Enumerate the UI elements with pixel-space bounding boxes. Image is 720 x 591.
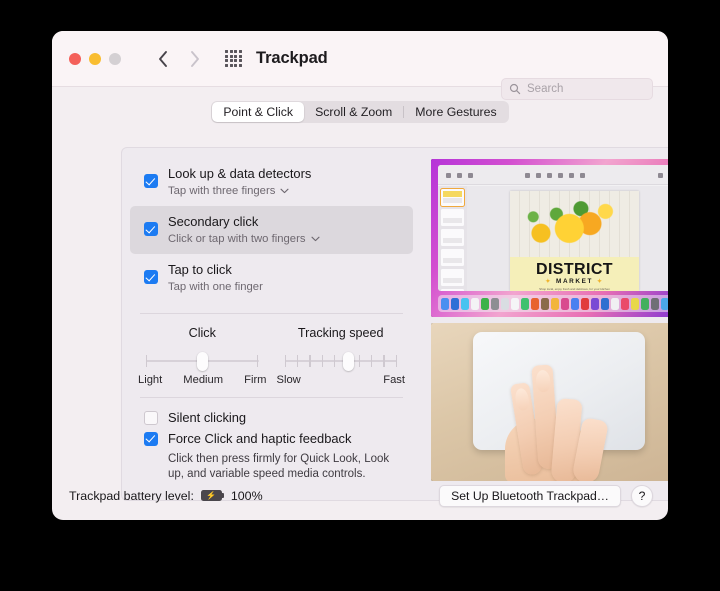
- keynote-window: DISTRICT MARKET Shop local, enjoy fresh …: [438, 165, 668, 291]
- lightning-bolt-glyph: ⚡: [206, 490, 217, 500]
- option-row-lookup[interactable]: Look up & data detectors Tap with three …: [130, 158, 413, 206]
- slide-thumbnail: [440, 188, 465, 207]
- slider-click-track[interactable]: [146, 352, 259, 371]
- option-texts: Secondary click Click or tap with two fi…: [168, 213, 320, 247]
- slide-thumbnail: [441, 229, 464, 246]
- slider-tracking-end-labels: Slow Fast: [277, 374, 406, 386]
- slider-ticks: [284, 355, 398, 367]
- forward-arrow-icon[interactable]: [188, 49, 201, 69]
- window-titlebar: Trackpad Search: [52, 31, 668, 100]
- toolbar-icons-left: [446, 173, 473, 178]
- slider-label-click: Click: [188, 326, 216, 340]
- option-texts: Look up & data detectors Tap with three …: [168, 165, 311, 199]
- citrus-photo: [510, 191, 639, 259]
- sliders-section: Click Light Medium Firm Tracking speed S…: [122, 314, 421, 386]
- media-column: DISTRICT MARKET Shop local, enjoy fresh …: [431, 159, 668, 481]
- option-row-force-click[interactable]: Force Click and haptic feedback: [144, 431, 403, 446]
- keynote-presentation-preview: DISTRICT MARKET Shop local, enjoy fresh …: [431, 159, 668, 317]
- checkbox-secondary-click[interactable]: [144, 222, 158, 236]
- slider-end-label: Medium: [183, 374, 224, 386]
- option-subtitle: Tap with three fingers: [168, 185, 276, 197]
- option-title: Secondary click: [168, 214, 259, 229]
- slider-end-label: Fast: [383, 374, 405, 386]
- tab-point-and-click[interactable]: Point & Click: [212, 102, 305, 122]
- toolbar-icons-center: [525, 173, 586, 178]
- traffic-lights: [69, 52, 121, 65]
- slider-end-label: Light: [138, 374, 163, 386]
- back-arrow-icon[interactable]: [157, 49, 170, 69]
- set-up-bluetooth-trackpad-button[interactable]: Set Up Bluetooth Trackpad…: [439, 484, 621, 507]
- tab-group: Point & Click Scroll & Zoom More Gesture…: [211, 101, 509, 123]
- option-texts: Tap to click Tap with one finger: [168, 261, 263, 295]
- tab-more-gestures[interactable]: More Gestures: [404, 102, 507, 122]
- option-row-secondary-click[interactable]: Secondary click Click or tap with two fi…: [130, 206, 413, 254]
- page-title: Trackpad: [256, 49, 328, 67]
- slider-click-end-labels: Light Medium Firm: [138, 374, 267, 386]
- option-label: Force Click and haptic feedback: [168, 431, 352, 446]
- zoom-button[interactable]: [109, 52, 121, 65]
- close-button[interactable]: [69, 52, 81, 65]
- slide-tagline: Shop local, enjoy fresh and delicious, f…: [539, 287, 610, 291]
- option-subtitle: Click or tap with two fingers: [168, 233, 306, 245]
- search-icon: [509, 83, 521, 95]
- help-button[interactable]: ?: [631, 484, 653, 507]
- checkbox-silent-clicking[interactable]: [144, 410, 158, 425]
- checkbox-tap-to-click[interactable]: [144, 270, 158, 284]
- macos-dock: [438, 295, 668, 312]
- option-title: Tap to click: [168, 262, 232, 277]
- slide-thumbnail: [441, 249, 464, 266]
- settings-panel: Look up & data detectors Tap with three …: [121, 147, 668, 501]
- option-subtitle-row[interactable]: Tap with three fingers: [168, 183, 311, 199]
- option-row-tap-to-click[interactable]: Tap to click Tap with one finger: [130, 254, 413, 302]
- slider-block-click: Click Light Medium Firm: [138, 326, 267, 386]
- options-column: Look up & data detectors Tap with three …: [122, 148, 421, 502]
- slide-thumbnail: [441, 289, 464, 291]
- chevron-down-icon[interactable]: [310, 236, 320, 242]
- trackpad-two-finger-gesture-photo: [431, 323, 668, 481]
- bottom-options-section: Silent clicking Force Click and haptic f…: [122, 398, 421, 482]
- battery-percent-value: 100%: [230, 488, 263, 503]
- slider-block-tracking-speed: Tracking speed Slow Fast: [277, 326, 406, 386]
- slider-end-label: Slow: [276, 374, 301, 386]
- chevron-down-icon[interactable]: [280, 188, 289, 194]
- keynote-slide: DISTRICT MARKET Shop local, enjoy fresh …: [510, 191, 639, 291]
- option-row-silent-clicking[interactable]: Silent clicking: [144, 410, 403, 425]
- option-title: Look up & data detectors: [168, 166, 312, 181]
- option-label: Silent clicking: [168, 410, 247, 425]
- slider-label-tracking-speed: Tracking speed: [297, 326, 384, 340]
- slider-end-label: Firm: [244, 374, 267, 386]
- hand-fingers: [509, 364, 637, 481]
- slide-thumbnail: [441, 269, 464, 286]
- footer-bar: Trackpad battery level: ⚡ 100% Set Up Bl…: [52, 471, 668, 520]
- keynote-toolbar: [438, 165, 668, 185]
- minimize-button[interactable]: [89, 52, 101, 65]
- apps-grid-icon[interactable]: [225, 50, 242, 67]
- slide-subtitle: MARKET: [510, 278, 639, 285]
- navigation-arrows: [157, 49, 201, 69]
- slide-title: DISTRICT: [536, 261, 613, 278]
- option-subtitle-row: Tap with one finger: [168, 279, 263, 295]
- checkbox-force-click[interactable]: [144, 431, 158, 446]
- option-subtitle: Tap with one finger: [168, 281, 263, 293]
- desk-surface: [431, 323, 668, 481]
- option-subtitle-row[interactable]: Click or tap with two fingers: [168, 231, 320, 247]
- search-field[interactable]: Search: [501, 78, 653, 100]
- keynote-canvas: DISTRICT MARKET Shop local, enjoy fresh …: [467, 186, 668, 291]
- slider-knob-tracking-speed[interactable]: [343, 352, 355, 371]
- slide-thumbnail: [441, 209, 464, 226]
- tab-scroll-and-zoom[interactable]: Scroll & Zoom: [304, 102, 403, 122]
- checkbox-lookup-data-detectors[interactable]: [144, 174, 158, 188]
- battery-level-label: Trackpad battery level:: [69, 488, 194, 503]
- slider-tracking-track[interactable]: [284, 352, 398, 371]
- battery-charging-icon: ⚡: [200, 490, 225, 501]
- search-placeholder: Search: [527, 83, 564, 95]
- keynote-slide-navigator: [438, 186, 467, 291]
- trackpad-preferences-window: Trackpad Search Point & Click Scroll & Z…: [52, 31, 668, 520]
- slider-knob-click[interactable]: [196, 352, 208, 371]
- toolbar-icons-right: [658, 173, 668, 178]
